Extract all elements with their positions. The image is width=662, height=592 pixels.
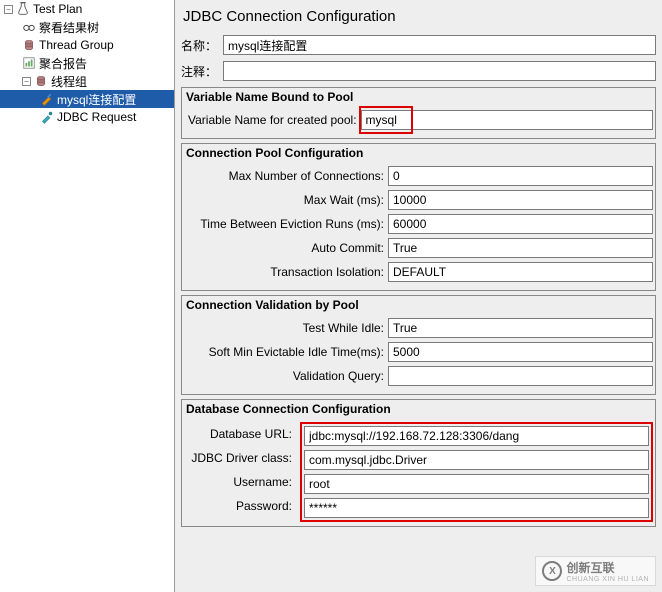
name-input[interactable] [223,35,656,55]
comment-label: 注释： [181,63,217,80]
field-label: Password: [184,496,296,516]
watermark-logo-icon: X [542,561,562,581]
page-title: JDBC Connection Configuration [181,8,656,25]
watermark-sub: CHUANG XIN HU LIAN [566,576,649,583]
password-input[interactable] [304,498,649,518]
test-idle-input[interactable] [388,318,653,338]
section-title: Variable Name Bound to Pool [182,88,655,106]
auto-commit-input[interactable] [388,238,653,258]
pipette-icon [40,110,54,124]
tree-item-aggregate[interactable]: 聚合报告 [0,54,174,72]
tree-item-label: Thread Group [39,38,114,52]
field-label: Auto Commit: [184,241,388,255]
field-label: Test While Idle: [184,321,388,335]
eviction-input[interactable] [388,214,653,234]
section-pool-conf: Connection Pool Configuration Max Number… [181,143,656,291]
tx-isolation-input[interactable] [388,262,653,282]
field-label: Database URL: [184,424,296,444]
collapse-icon[interactable]: − [4,5,13,14]
validation-query-input[interactable] [388,366,653,386]
var-name-label: Variable Name for created pool: [184,113,361,127]
tree-panel: − Test Plan 察看结果树 Thread Group [0,0,175,592]
username-input[interactable] [304,474,649,494]
collapse-icon[interactable]: − [22,77,31,86]
section-db-conf: Database Connection Configuration Databa… [181,399,656,527]
tree-item-label: 聚合报告 [39,55,87,72]
tree-item-label: 察看结果树 [39,19,99,36]
comment-input[interactable] [223,61,656,81]
tree-item-results[interactable]: 察看结果树 [0,18,174,36]
field-label: Soft Min Evictable Idle Time(ms): [184,345,388,359]
tree-item-label: JDBC Request [57,110,136,124]
main-panel: JDBC Connection Configuration 名称： 注释： Va… [175,0,662,592]
tree-item-mysql-config[interactable]: mysql连接配置 [0,90,174,108]
db-url-input[interactable] [304,426,649,446]
tools-icon [40,92,54,106]
section-validation: Connection Validation by Pool Test While… [181,295,656,395]
section-title: Connection Validation by Pool [182,296,655,314]
field-label: JDBC Driver class: [184,448,296,468]
tree-item-jdbc-request[interactable]: JDBC Request [0,108,174,126]
tree-item-thread-zh[interactable]: − 线程组 [0,72,174,90]
field-label: Transaction Isolation: [184,265,388,279]
watermark: X 创新互联 CHUANG XIN HU LIAN [535,556,656,586]
section-title: Connection Pool Configuration [182,144,655,162]
soft-min-input[interactable] [388,342,653,362]
field-label: Username: [184,472,296,492]
field-label: Max Wait (ms): [184,193,388,207]
driver-class-input[interactable] [304,450,649,470]
highlight-box [300,422,653,522]
report-icon [22,56,36,70]
field-label: Max Number of Connections: [184,169,388,183]
spool-icon [34,74,48,88]
field-label: Time Between Eviction Runs (ms): [184,217,388,231]
section-var-pool: Variable Name Bound to Pool Variable Nam… [181,87,656,139]
name-label: 名称： [181,37,217,54]
section-title: Database Connection Configuration [182,400,655,418]
var-name-input[interactable] [361,110,653,130]
flask-icon [16,2,30,16]
glasses-icon [22,20,36,34]
tree-root[interactable]: − Test Plan [0,0,174,18]
tree-label: Test Plan [33,2,82,16]
watermark-text: 创新互联 [566,561,614,575]
max-conn-input[interactable] [388,166,653,186]
tree-item-label: mysql连接配置 [57,91,136,108]
spool-icon [22,38,36,52]
max-wait-input[interactable] [388,190,653,210]
field-label: Validation Query: [184,369,388,383]
tree-item-thread-group[interactable]: Thread Group [0,36,174,54]
tree-item-label: 线程组 [51,73,87,90]
